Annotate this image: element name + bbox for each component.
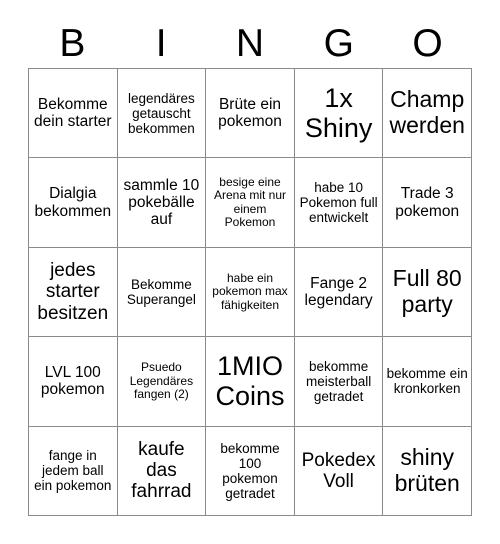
bingo-cell-g1[interactable]: 1x Shiny xyxy=(294,69,384,159)
bingo-cell-label: bekomme ein kronkorken xyxy=(386,366,468,397)
bingo-cell-label: Brüte ein pokemon xyxy=(218,95,282,131)
bingo-cell-label: kaufe das fahrrad xyxy=(131,438,192,503)
header-letter-g: G xyxy=(323,21,354,65)
bingo-cell-label: legendäres getauscht bekommen xyxy=(127,90,195,136)
bingo-cell-g4[interactable]: bekomme meisterball getradet xyxy=(294,337,384,427)
bingo-cell-n3[interactable]: habe ein pokemon max fähigkeiten xyxy=(206,247,295,338)
bingo-cell-label: Bekomme Superangel xyxy=(126,276,196,307)
bingo-cell-label: Full 80 party xyxy=(392,265,462,317)
bingo-cell-i3[interactable]: Bekomme Superangel xyxy=(117,247,207,338)
bingo-cell-o3[interactable]: Full 80 party xyxy=(383,247,472,338)
bingo-cell-g2[interactable]: habe 10 Pokemon full entwickelt xyxy=(294,158,384,248)
bingo-cell-label: 1MIO Coins xyxy=(215,351,285,412)
bingo-cell-i4[interactable]: Psuedo Legendäres fangen (2) xyxy=(117,337,207,427)
bingo-cell-o5[interactable]: shiny brüten xyxy=(383,426,472,516)
bingo-cell-b5[interactable]: fange in jedem ball ein pokemon xyxy=(29,426,118,516)
bingo-cell-label: Pokedex Voll xyxy=(301,449,376,492)
header-letter-o: O xyxy=(412,21,443,65)
bingo-cell-b1[interactable]: Bekomme dein starter xyxy=(29,69,118,159)
bingo-cell-o2[interactable]: Trade 3 pokemon xyxy=(383,158,472,248)
bingo-cell-g5[interactable]: Pokedex Voll xyxy=(294,426,384,516)
bingo-cell-label: LVL 100 pokemon xyxy=(40,364,105,399)
header-letter-b: B xyxy=(59,21,86,65)
bingo-cell-label: Bekomme dein starter xyxy=(34,95,112,131)
bingo-cell-g3[interactable]: Fange 2 legendary xyxy=(294,247,384,338)
bingo-cell-label: habe ein pokemon max fähigkeiten xyxy=(212,270,288,312)
bingo-cell-label: fange in jedem ball ein pokemon xyxy=(34,448,112,494)
bingo-cell-i2[interactable]: sammle 10 pokebälle auf xyxy=(117,158,207,248)
bingo-cell-label: sammle 10 pokebälle auf xyxy=(123,176,200,229)
bingo-cell-label: Dialgia bekommen xyxy=(34,185,112,220)
bingo-cell-label: Champ werden xyxy=(389,86,465,139)
bingo-cell-b4[interactable]: LVL 100 pokemon xyxy=(29,337,118,427)
header-letter-n: N xyxy=(235,21,265,65)
bingo-cell-n4[interactable]: 1MIO Coins xyxy=(206,337,295,427)
bingo-cell-i1[interactable]: legendäres getauscht bekommen xyxy=(117,69,207,159)
bingo-cell-label: Trade 3 pokemon xyxy=(395,185,460,220)
header-letter-i: I xyxy=(155,21,167,65)
bingo-grid: Bekomme dein starter legendäres getausch… xyxy=(28,68,472,516)
bingo-cell-n2[interactable]: besige eine Arena mit nur einem Pokemon xyxy=(206,158,295,248)
bingo-cell-label: bekomme 100 pokemon getradet xyxy=(220,440,280,501)
bingo-cell-label: Fange 2 legendary xyxy=(304,274,373,309)
bingo-cell-n1[interactable]: Brüte ein pokemon xyxy=(206,69,295,159)
bingo-cell-label: habe 10 Pokemon full entwickelt xyxy=(299,179,378,226)
bingo-card: B I N G O Bekomme dein starter legendäre… xyxy=(0,0,500,544)
bingo-cell-o1[interactable]: Champ werden xyxy=(383,69,472,159)
bingo-cell-i5[interactable]: kaufe das fahrrad xyxy=(117,426,207,516)
bingo-cell-label: besige eine Arena mit nur einem Pokemon xyxy=(213,174,286,230)
bingo-cell-b3[interactable]: jedes starter besitzen xyxy=(29,247,118,338)
bingo-cell-label: shiny brüten xyxy=(394,444,460,496)
bingo-cell-label: jedes starter besitzen xyxy=(37,260,109,324)
bingo-cell-b2[interactable]: Dialgia bekommen xyxy=(29,158,118,248)
bingo-cell-label: bekomme meisterball getradet xyxy=(305,358,372,404)
bingo-cell-label: 1x Shiny xyxy=(304,82,373,144)
bingo-cell-o4[interactable]: bekomme ein kronkorken xyxy=(383,337,472,427)
bingo-cell-n5[interactable]: bekomme 100 pokemon getradet xyxy=(206,426,295,516)
bingo-header-row: B I N G O xyxy=(28,18,472,68)
bingo-cell-label: Psuedo Legendäres fangen (2) xyxy=(129,360,194,402)
